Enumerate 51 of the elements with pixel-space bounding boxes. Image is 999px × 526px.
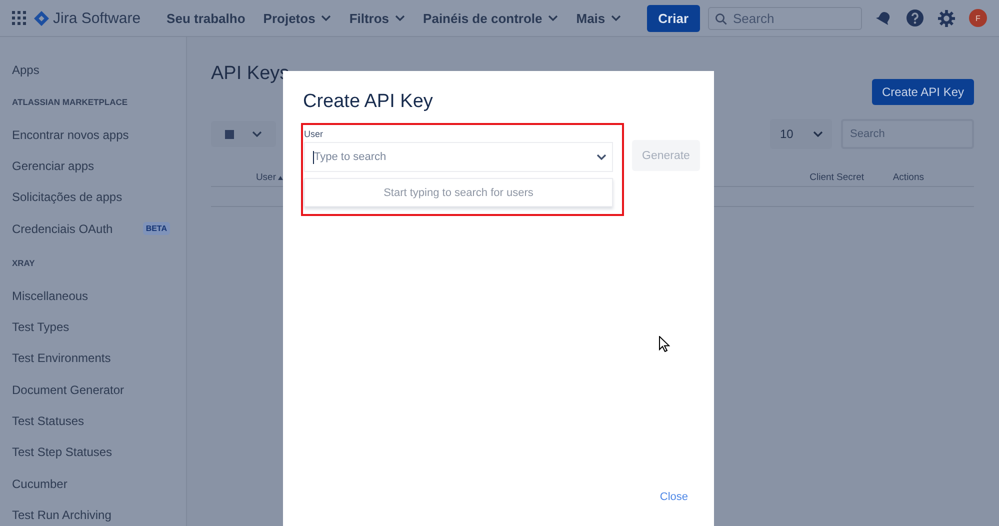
sidebar-title: Apps — [12, 63, 40, 77]
chevron-down-icon — [548, 15, 558, 21]
bell-icon[interactable] — [876, 10, 892, 26]
sidebar-link[interactable]: Cucumber — [12, 476, 68, 491]
create-api-key-button[interactable]: Create API Key — [872, 79, 974, 105]
sidebar-link[interactable]: Encontrar novos apps — [12, 128, 129, 142]
chevron-down-icon — [395, 15, 406, 21]
bulk-select-dropdown[interactable] — [211, 121, 276, 147]
nav-menu-item[interactable]: Filtros — [349, 10, 406, 26]
sidebar-link[interactable]: Test Types — [12, 320, 70, 334]
close-link[interactable]: Close — [660, 491, 688, 503]
section-heading: XRAY — [12, 258, 35, 268]
mouse-pointer-icon — [659, 336, 670, 352]
chevron-down-icon — [596, 154, 607, 160]
table-search-field[interactable]: Search — [841, 119, 974, 149]
sidebar-link[interactable]: Test Statuses — [12, 414, 84, 428]
search-icon — [715, 12, 727, 24]
beta-badge: BETA — [142, 222, 170, 236]
product-name[interactable]: Jira Software — [53, 10, 141, 26]
column-header: Client Secret — [810, 172, 864, 183]
create-button[interactable]: Criar — [647, 4, 700, 32]
nav-menu-item[interactable]: Projetos — [263, 10, 332, 26]
search-field[interactable]: Search — [708, 6, 862, 30]
nav-menu-item[interactable]: Mais — [576, 10, 622, 26]
sidebar-link[interactable]: Test Step Statuses — [12, 445, 112, 460]
column-header: Actions — [892, 172, 924, 183]
page-size-select[interactable]: 10 — [770, 119, 832, 149]
sidebar-link[interactable]: Miscellaneous — [12, 288, 88, 303]
sidebar-link[interactable]: Credenciais OAuth — [12, 222, 113, 236]
user-select-field[interactable]: Type to search — [304, 142, 613, 172]
chevron-down-icon — [813, 131, 824, 137]
settings-icon[interactable] — [938, 10, 955, 26]
user-avatar[interactable]: F — [969, 9, 987, 27]
chevron-down-icon — [611, 15, 622, 21]
chevron-down-icon — [252, 131, 262, 137]
empty-message: Start typing to search for users — [384, 186, 534, 198]
sidebar-link[interactable]: Test Run Archiving — [12, 508, 112, 522]
app-grid-icon[interactable] — [12, 11, 26, 25]
sidebar-link[interactable]: Solicitações de apps — [12, 190, 122, 204]
nav-menu-item[interactable]: Seu trabalho — [166, 10, 246, 26]
column-header[interactable]: User — [256, 172, 276, 183]
sidebar-link[interactable]: Gerenciar apps — [12, 158, 94, 173]
diamond-logo-icon — [34, 10, 49, 26]
nav-menu-item[interactable]: Painéis de controle — [423, 10, 558, 26]
help-icon[interactable] — [906, 9, 924, 27]
sidebar-link[interactable]: Test Environments — [12, 351, 111, 366]
field-label: User — [304, 129, 324, 139]
section-heading: ATLASSIAN MARKETPLACE — [12, 97, 128, 107]
chevron-down-icon — [321, 15, 332, 21]
modal-title: Create API Key — [303, 91, 433, 113]
sidebar-link[interactable]: Document Generator — [12, 382, 124, 397]
